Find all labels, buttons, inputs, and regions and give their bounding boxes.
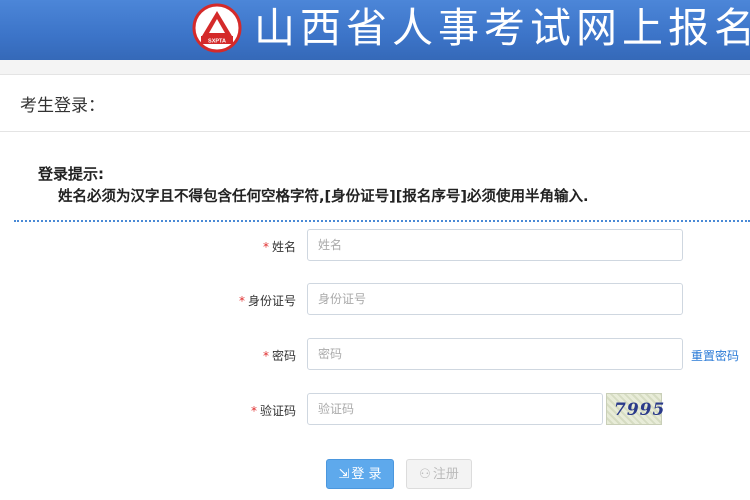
required-mark: * (262, 349, 269, 363)
id-number-row: * 身份证号 (0, 283, 750, 317)
name-input[interactable] (307, 229, 683, 261)
site-header: SXPTA 山西省人事考试网上报名 (0, 0, 750, 60)
name-label: * 姓名 (263, 238, 296, 255)
site-title: 山西省人事考试网上报名 (254, 4, 750, 52)
sxpta-logo: SXPTA (192, 3, 242, 53)
captcha-input[interactable] (307, 393, 603, 425)
password-input[interactable] (307, 338, 683, 370)
password-label-text: 密码 (271, 349, 296, 363)
dotted-divider (14, 220, 750, 222)
logo-text: SXPTA (208, 39, 226, 45)
captcha-row: *验证码 7995 (0, 393, 750, 427)
reset-password-link[interactable]: 重置密码 (691, 347, 739, 364)
captcha-label-text: 验证码 (259, 404, 296, 418)
id-number-label: * 身份证号 (239, 292, 296, 309)
section-header: 考生登录： (0, 74, 750, 132)
captcha-code: 7995 (614, 400, 666, 420)
login-button[interactable]: ⇲ 登 录 (326, 459, 394, 489)
hint-title: 登录提示: (38, 165, 104, 183)
password-row: * 密码 重置密码 (0, 338, 750, 372)
login-page: SXPTA 山西省人事考试网上报名 考生登录： 登录提示: 姓名必须为汉字且不得… (0, 0, 750, 500)
header-spacer (0, 60, 750, 74)
captcha-image[interactable]: 7995 (606, 393, 666, 425)
required-mark: * (262, 240, 269, 254)
register-icon: ⚇ (419, 467, 431, 482)
login-button-label: 登 录 (351, 467, 382, 482)
name-label-text: 姓名 (271, 240, 296, 254)
hint-text: 姓名必须为汉字且不得包含任何空格字符,[身份证号][报名序号]必须使用半角输入. (58, 189, 589, 205)
id-number-input[interactable] (307, 283, 683, 315)
name-row: * 姓名 (0, 229, 750, 263)
required-mark: * (250, 404, 257, 418)
password-label: * 密码 (263, 347, 296, 364)
required-mark: * (238, 294, 245, 308)
captcha-label: * 验证码 (251, 402, 296, 419)
id-number-label-text: 身份证号 (247, 294, 296, 308)
register-button[interactable]: ⚇ 注册 (406, 459, 472, 489)
login-icon: ⇲ (338, 467, 350, 482)
register-button-label: 注册 (432, 467, 459, 482)
section-title: 考生登录： (20, 96, 105, 116)
